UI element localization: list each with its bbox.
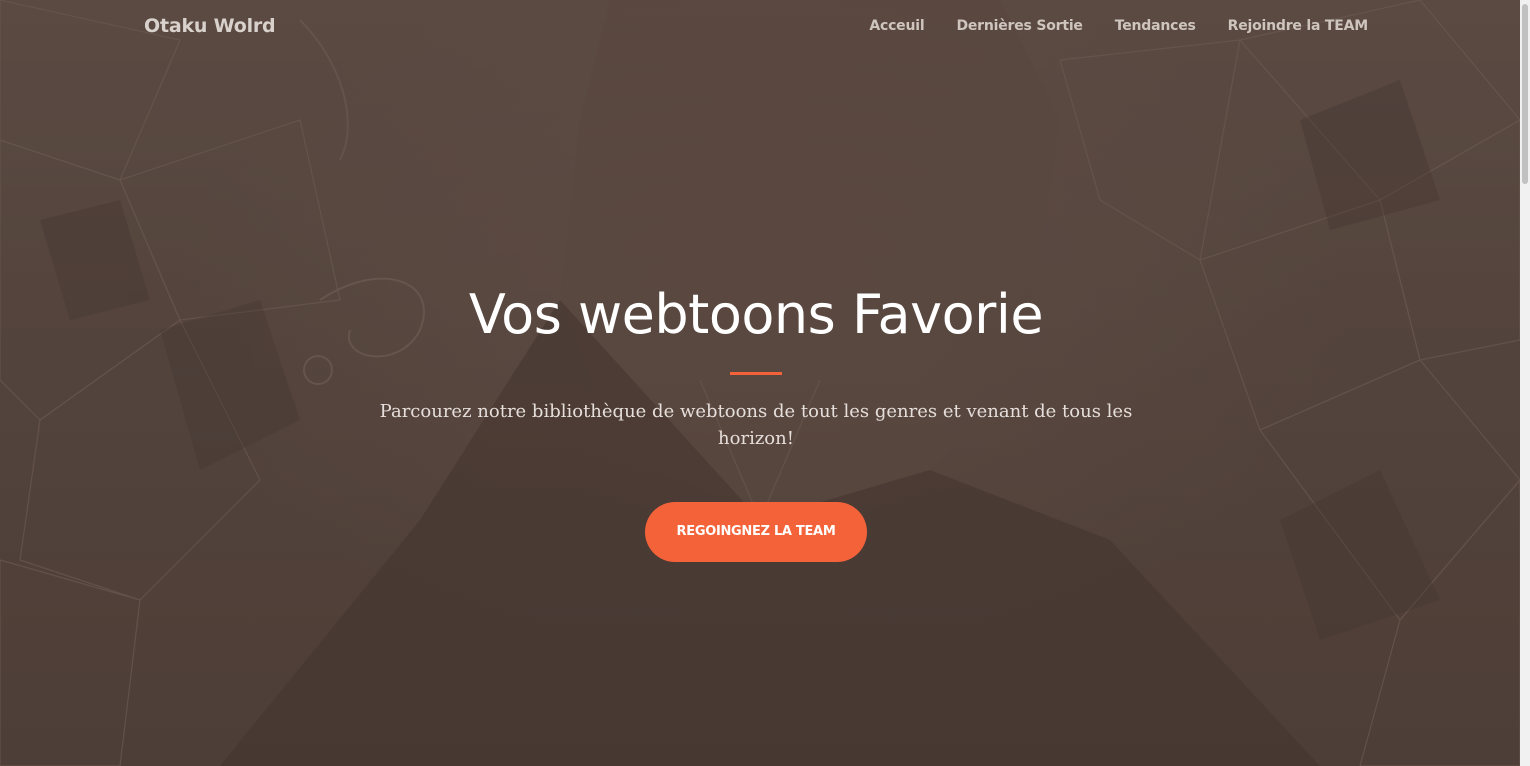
page-scrollbar[interactable] <box>1520 0 1530 766</box>
scrollbar-thumb[interactable] <box>1522 4 1528 184</box>
nav-link-rejoindre-la-team[interactable]: Rejoindre la TEAM <box>1228 18 1369 34</box>
brand-logo-link[interactable]: Otaku Wolrd <box>144 15 276 37</box>
nav-links: Acceuil Dernières Sortie Tendances Rejoi… <box>869 18 1368 34</box>
page: Otaku Wolrd Acceuil Dernières Sortie Ten… <box>0 0 1530 766</box>
nav-link-acceuil[interactable]: Acceuil <box>869 18 924 34</box>
nav-link-dernieres-sortie[interactable]: Dernières Sortie <box>956 18 1082 34</box>
hero-title: Vos webtoons Favorie <box>468 283 1044 346</box>
join-team-button[interactable]: REGOINGNEZ LA TEAM <box>645 502 867 562</box>
nav-link-tendances[interactable]: Tendances <box>1115 18 1196 34</box>
hero-divider <box>730 372 782 375</box>
hero-section: Vos webtoons Favorie Parcourez notre bib… <box>0 270 1512 562</box>
hero-subtitle: Parcourez notre bibliothèque de webtoons… <box>379 401 1133 449</box>
navbar: Otaku Wolrd Acceuil Dernières Sortie Ten… <box>0 0 1520 56</box>
